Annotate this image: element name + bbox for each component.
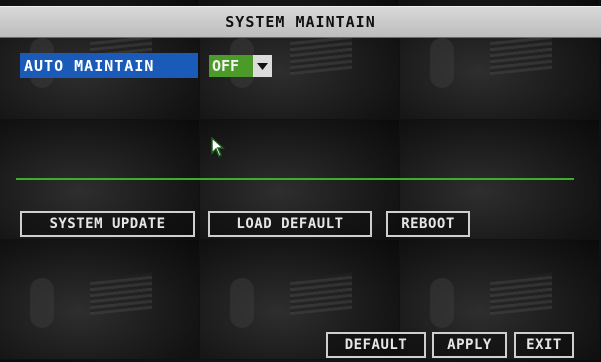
system-update-label: SYSTEM UPDATE	[49, 216, 166, 232]
auto-maintain-select[interactable]: OFF	[209, 55, 272, 77]
apply-button[interactable]: APPLY	[432, 332, 507, 358]
camera-tile	[0, 240, 200, 360]
apply-label: APPLY	[447, 337, 492, 353]
auto-maintain-value[interactable]: OFF	[209, 55, 253, 77]
title-bar: SYSTEM MAINTAIN	[0, 6, 601, 38]
chevron-down-icon[interactable]	[253, 55, 272, 77]
load-default-label: LOAD DEFAULT	[236, 216, 344, 232]
section-divider	[16, 178, 574, 180]
auto-maintain-label: AUTO MAINTAIN	[20, 53, 198, 78]
exit-label: EXIT	[526, 337, 562, 353]
system-maintain-screen: SYSTEM MAINTAIN AUTO MAINTAIN OFF SYSTEM…	[0, 0, 601, 362]
exit-button[interactable]: EXIT	[514, 332, 574, 358]
reboot-label: REBOOT	[401, 216, 455, 232]
auto-maintain-label-text: AUTO MAINTAIN	[24, 56, 155, 75]
system-update-button[interactable]: SYSTEM UPDATE	[20, 211, 195, 237]
reboot-button[interactable]: REBOOT	[386, 211, 470, 237]
window-title: SYSTEM MAINTAIN	[225, 13, 376, 31]
mouse-pointer-icon	[211, 137, 225, 157]
default-label: DEFAULT	[344, 337, 408, 353]
load-default-button[interactable]: LOAD DEFAULT	[208, 211, 372, 237]
default-button[interactable]: DEFAULT	[326, 332, 426, 358]
